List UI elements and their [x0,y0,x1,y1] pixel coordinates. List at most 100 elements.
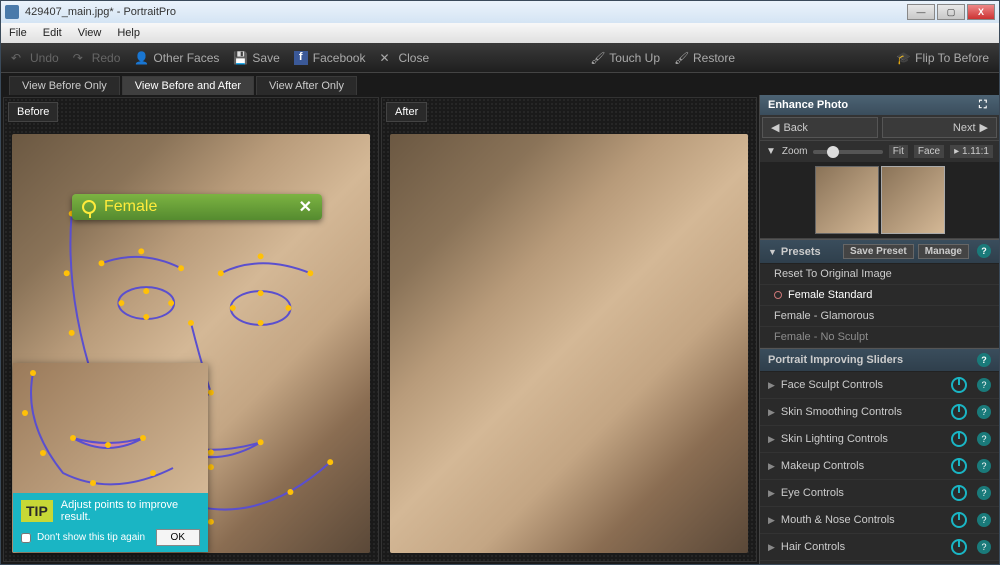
power-icon[interactable] [951,512,967,528]
power-icon[interactable] [951,539,967,555]
power-icon[interactable] [951,404,967,420]
before-label: Before [8,102,58,122]
tip-dont-show-checkbox[interactable] [21,533,31,543]
zoom-thumb[interactable] [827,146,839,158]
menu-edit[interactable]: Edit [43,27,62,39]
other-faces-button[interactable]: 👤Other Faces [134,51,219,65]
slider-label: Makeup Controls [781,460,945,472]
gender-close-icon[interactable]: ✕ [299,197,312,217]
slider-row[interactable]: ▶Skin Coloring Controls? [760,561,999,564]
zoom-face[interactable]: Face [914,145,944,158]
zoom-fit[interactable]: Fit [889,145,908,158]
after-photo[interactable] [390,134,748,553]
tab-before-only[interactable]: View Before Only [9,76,120,95]
close-button[interactable]: ✕Close [379,51,429,65]
help-icon[interactable]: ? [977,432,991,446]
active-dot-icon [774,291,782,299]
help-icon[interactable]: ? [977,244,991,258]
help-icon[interactable]: ? [977,459,991,473]
power-icon[interactable] [951,377,967,393]
tip-message: Adjust points to improve result. [61,499,200,523]
person-icon: 👤 [134,51,148,65]
gender-tag[interactable]: Female ✕ [72,194,322,220]
preset-female-standard[interactable]: Female Standard [760,285,999,306]
slider-row[interactable]: ▶Skin Smoothing Controls? [760,399,999,426]
help-icon[interactable]: ? [977,378,991,392]
restore-icon: 🖌 [674,51,688,65]
window-title: 429407_main.jpg* - PortraitPro [25,6,907,18]
manage-presets-button[interactable]: Manage [918,244,969,259]
undo-button[interactable]: ↶Undo [11,51,59,65]
facebook-button[interactable]: fFacebook [294,51,366,65]
chevron-down-icon: ▼ [766,146,776,157]
tip-popup: TIP Adjust points to improve result. Don… [13,363,208,552]
slider-row[interactable]: ▶ Face Sculpt Controls? [760,372,999,399]
titlebar[interactable]: 429407_main.jpg* - PortraitPro — ▢ X [1,1,999,23]
preset-female-glamorous[interactable]: Female - Glamorous [760,306,999,327]
slider-label: Face Sculpt Controls [781,379,945,391]
help-icon[interactable]: ? [977,540,991,554]
thumbnail-after[interactable] [881,166,945,234]
tab-before-after[interactable]: View Before and After [122,76,254,95]
flip-icon: 🎓 [896,51,910,65]
zoom-label: Zoom [782,146,808,157]
menu-file[interactable]: File [9,27,27,39]
chevron-right-icon: ▶ [768,488,775,499]
slider-row[interactable]: ▶Hair Controls? [760,534,999,561]
tip-dont-show-label: Don't show this tip again [37,532,145,543]
after-label: After [386,102,427,122]
expand-icon[interactable]: ⛶ [979,99,991,111]
chevron-left-icon: ◀ [771,121,779,134]
tip-ok-button[interactable]: OK [156,529,200,546]
zoom-slider[interactable] [813,150,882,154]
nav-row: ◀Back Next▶ [760,115,999,141]
power-icon[interactable] [951,485,967,501]
flip-button[interactable]: 🎓Flip To Before [896,51,989,65]
save-button[interactable]: 💾Save [233,51,279,65]
facebook-icon: f [294,51,308,65]
power-icon[interactable] [951,431,967,447]
thumbnail-strip [760,162,999,239]
slider-row[interactable]: ▶Makeup Controls? [760,453,999,480]
touch-up-button[interactable]: 🖌Touch Up [590,51,660,65]
power-icon[interactable] [951,458,967,474]
thumbnail-before[interactable] [815,166,879,234]
slider-row[interactable]: ▶Skin Lighting Controls? [760,426,999,453]
presets-header[interactable]: ▼ Presets Save Preset Manage ? [760,239,999,264]
next-button[interactable]: Next▶ [882,117,998,138]
preset-female-no-sculpt[interactable]: Female - No Sculpt [760,327,999,348]
help-icon[interactable]: ? [977,353,991,367]
sidebar: Enhance Photo ⛶ ◀Back Next▶ ▼ Zoom Fit F… [759,95,999,564]
app-window: 429407_main.jpg* - PortraitPro — ▢ X Fil… [0,0,1000,565]
close-window-button[interactable]: X [967,4,995,20]
chevron-right-icon: ▶ [768,380,775,391]
window-buttons: — ▢ X [907,4,995,20]
preset-reset[interactable]: Reset To Original Image [760,264,999,285]
viewer: Before [1,95,759,564]
help-icon[interactable]: ? [977,513,991,527]
slider-row[interactable]: ▶Mouth & Nose Controls? [760,507,999,534]
zoom-value[interactable]: ▸ 1.11:1 [950,145,993,158]
minimize-button[interactable]: — [907,4,935,20]
sliders-header: Portrait Improving Sliders ? [760,348,999,372]
slider-label: Hair Controls [781,541,945,553]
maximize-button[interactable]: ▢ [937,4,965,20]
redo-button[interactable]: ↷Redo [73,51,121,65]
tip-badge: TIP [21,500,53,522]
menu-view[interactable]: View [78,27,102,39]
chevron-right-icon: ▶ [768,407,775,418]
slider-row[interactable]: ▶Eye Controls? [760,480,999,507]
help-icon[interactable]: ? [977,486,991,500]
tip-footer: TIP Adjust points to improve result. Don… [13,493,208,552]
help-icon[interactable]: ? [977,405,991,419]
zoom-row: ▼ Zoom Fit Face ▸ 1.11:1 [760,141,999,162]
menu-help[interactable]: Help [117,27,140,39]
back-button[interactable]: ◀Back [762,117,878,138]
slider-label: Skin Lighting Controls [781,433,945,445]
gender-label: Female [104,198,157,216]
menubar: File Edit View Help [1,23,999,43]
save-preset-button[interactable]: Save Preset [843,244,914,259]
tab-after-only[interactable]: View After Only [256,76,357,95]
restore-button[interactable]: 🖌Restore [674,51,735,65]
content: Before [1,95,999,564]
